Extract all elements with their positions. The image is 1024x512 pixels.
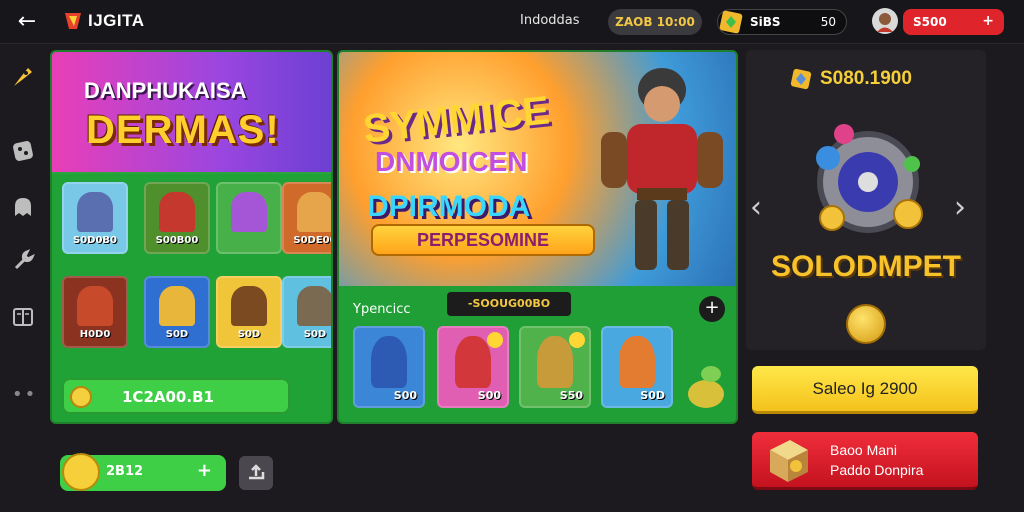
back-arrow-icon[interactable]: ← bbox=[12, 8, 42, 36]
game-tile-label: S0D bbox=[237, 329, 261, 340]
game-tile-label: S00 bbox=[477, 389, 501, 402]
hero-banner[interactable]: SYMMICE DNMOICEN DPIRMODA PERPESOMINE bbox=[339, 52, 736, 286]
gem-balance-pill[interactable]: SiBS 50 bbox=[717, 9, 847, 35]
balance-pill[interactable]: ZAOB 10:00 bbox=[608, 9, 702, 35]
game-tile-label: S50 bbox=[559, 389, 583, 402]
gem-icon bbox=[719, 10, 743, 34]
game-tile-label: S0D bbox=[303, 329, 327, 340]
game-tile[interactable]: S00 bbox=[437, 326, 509, 408]
red-action-button[interactable]: Baoo Mani Paddo Donpira bbox=[752, 432, 978, 490]
game-tile-label: H0D0 bbox=[79, 329, 111, 340]
promo-title: DERMAS! bbox=[86, 108, 280, 152]
add-button[interactable]: + bbox=[699, 296, 725, 322]
hero-title-line1: SYMMICE bbox=[361, 88, 552, 152]
wrench-icon[interactable] bbox=[10, 248, 36, 274]
avatar[interactable] bbox=[872, 8, 898, 34]
game-tile-label: S0D bbox=[640, 389, 665, 402]
game-tile[interactable]: S0D bbox=[601, 326, 673, 408]
game-tile-label: S0DE00 bbox=[293, 235, 333, 246]
game-tile[interactable]: S0D bbox=[216, 276, 282, 348]
red-button-line2: Paddo Donpira bbox=[830, 462, 924, 478]
gold-coin-icon bbox=[846, 304, 886, 344]
ghost-icon[interactable] bbox=[10, 194, 36, 220]
games-label: Ypencicc bbox=[353, 302, 411, 317]
game-tile[interactable] bbox=[216, 182, 282, 254]
promo-banner[interactable]: DANPHUKAISA DERMAS! bbox=[52, 52, 331, 172]
star-icon bbox=[569, 332, 585, 348]
game-tile-label: S0D0B0 bbox=[73, 235, 117, 246]
more-icon[interactable]: •• bbox=[12, 384, 37, 405]
prize-wheel-icon[interactable] bbox=[808, 122, 928, 242]
promo-amount-button[interactable]: 1C2A00.B1 bbox=[62, 378, 290, 414]
share-icon[interactable] bbox=[239, 456, 273, 490]
coin-stack-icon bbox=[688, 366, 724, 408]
hero-title-line3: DPIRMODA bbox=[367, 190, 531, 223]
logo-icon bbox=[65, 13, 81, 29]
game-tile[interactable]: S0D bbox=[282, 276, 331, 348]
top-bar: ← IJGITA Indoddas ZAOB 10:00 SiBS 50 S50… bbox=[0, 0, 1024, 44]
coin-icon bbox=[70, 386, 92, 408]
featured-game-title: SOLODMPET bbox=[770, 250, 961, 283]
hero-cta-button[interactable]: PERPESOMINE bbox=[371, 224, 595, 256]
gem-label: SiBS bbox=[750, 15, 781, 29]
gift-box-icon bbox=[770, 440, 808, 482]
dice-icon[interactable] bbox=[10, 138, 36, 164]
game-tile[interactable]: S50 bbox=[519, 326, 591, 408]
deposit-plus-icon: + bbox=[982, 13, 994, 29]
game-tile[interactable]: S0D0B0 bbox=[62, 182, 128, 254]
star-icon bbox=[487, 332, 503, 348]
game-tile[interactable]: S00B00 bbox=[144, 182, 210, 254]
bonus-pill[interactable]: 2B12 + bbox=[60, 453, 226, 491]
game-tile-label: S00 bbox=[393, 389, 417, 402]
game-tile-label: S00B00 bbox=[155, 235, 199, 246]
game-tile-label: S0D bbox=[165, 329, 189, 340]
chevron-right-icon[interactable]: › bbox=[954, 190, 966, 225]
game-tile[interactable]: S0D bbox=[144, 276, 210, 348]
deposit-button[interactable]: S500 + bbox=[903, 9, 1004, 35]
jackpot-amount: S080.1900 bbox=[820, 68, 912, 89]
book-icon[interactable] bbox=[10, 304, 36, 330]
chevron-left-icon[interactable]: ‹ bbox=[750, 190, 762, 225]
rocket-icon[interactable] bbox=[10, 64, 36, 90]
gem-value: 50 bbox=[820, 15, 836, 29]
hero-game-row: Ypencicc -SOOUG00BO + S00 S00 S50 S0D bbox=[339, 286, 736, 422]
bonus-value: 2B12 bbox=[106, 464, 144, 479]
warrior-character bbox=[601, 68, 723, 270]
game-tile[interactable]: H0D0 bbox=[62, 276, 128, 348]
game-tile[interactable]: S0DE00 bbox=[282, 182, 333, 254]
bonus-plus-icon: + bbox=[196, 460, 212, 481]
featured-panel: S080.1900 ‹ › SOLODMPET bbox=[746, 50, 986, 350]
promo-amount: 1C2A00.B1 bbox=[122, 388, 214, 406]
promo-subtitle: DANPHUKAISA bbox=[84, 78, 247, 103]
app-title: IJGITA bbox=[88, 11, 145, 30]
games-search-input[interactable]: -SOOUG00BO bbox=[447, 292, 571, 316]
smiley-coin-icon bbox=[62, 453, 100, 491]
deposit-label: S500 bbox=[913, 15, 947, 29]
promo-panel: DANPHUKAISA DERMAS! S0D0B0 S00B00 S0DE00… bbox=[50, 50, 333, 424]
yellow-action-button[interactable]: Saleo Ig 2900 bbox=[752, 366, 978, 414]
game-tile[interactable]: S00 bbox=[353, 326, 425, 408]
hero-panel: SYMMICE DNMOICEN DPIRMODA PERPESOMINE Yp… bbox=[337, 50, 738, 424]
gem-icon bbox=[790, 68, 812, 90]
hero-title-line2: DNMOICEN bbox=[375, 146, 528, 177]
red-button-line1: Baoo Mani bbox=[830, 442, 897, 458]
language-link[interactable]: Indoddas bbox=[520, 13, 580, 28]
